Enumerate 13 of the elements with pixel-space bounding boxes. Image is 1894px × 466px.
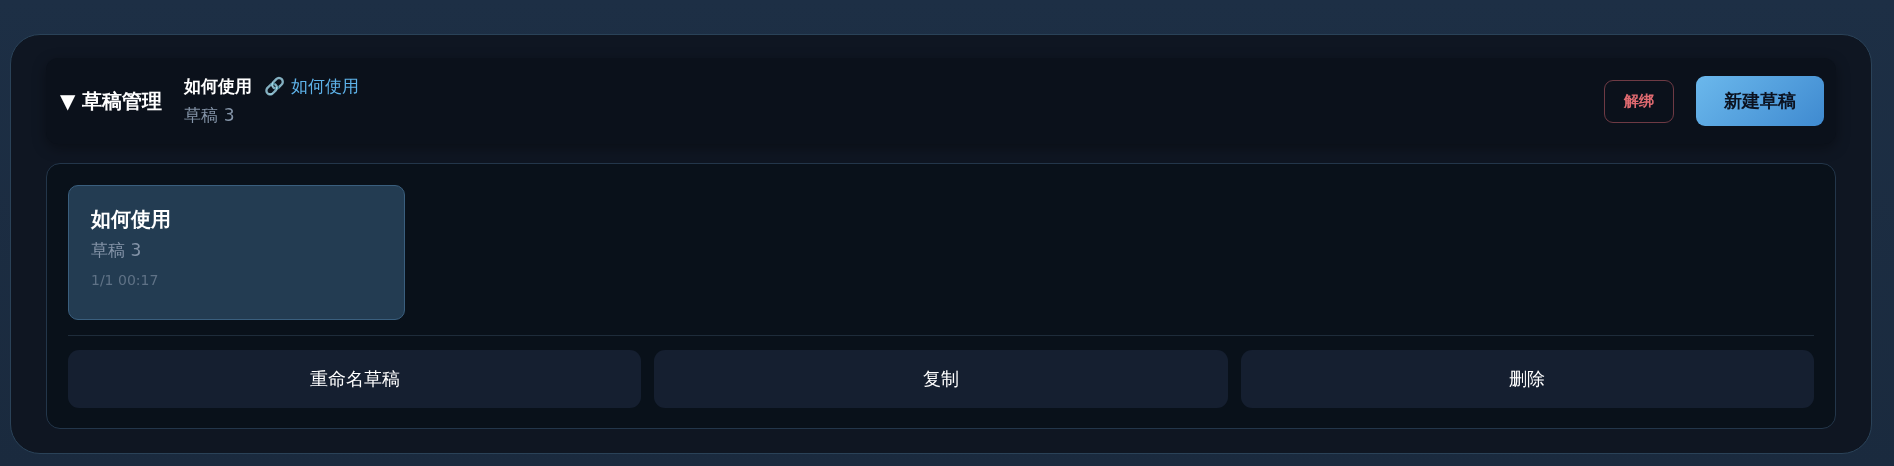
draft-time: 1/1 00:17	[91, 272, 160, 288]
action-button[interactable]: 删除	[1240, 350, 1814, 408]
draft-name: 如何使用	[184, 75, 253, 98]
action-button[interactable]: 重命名草稿	[68, 350, 642, 408]
section-title[interactable]: ▼ 草稿管理	[60, 87, 163, 115]
draft-subtitle: 草稿 3	[184, 104, 236, 127]
new-draft-button[interactable]: 新建草稿	[1696, 76, 1824, 126]
draft-title: 如何使用	[91, 206, 172, 233]
action-button[interactable]: 复制	[654, 350, 1228, 408]
unbind-button[interactable]: 解绑	[1604, 79, 1674, 123]
draft-card[interactable]: 如何使用 草稿 3 1/1 00:17	[68, 185, 405, 320]
draft-subtitle: 草稿 3	[91, 239, 143, 262]
link[interactable]: 🔗 如何使用	[264, 75, 359, 98]
